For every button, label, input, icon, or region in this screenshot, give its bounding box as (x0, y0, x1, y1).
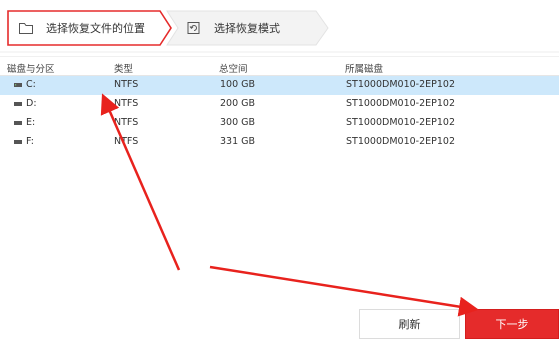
column-header-partition[interactable]: 磁盘与分区 (7, 61, 55, 75)
drive-icon (14, 120, 22, 125)
partition-name: F: (26, 136, 34, 147)
type-cell: NTFS (114, 117, 139, 128)
step-label: 选择恢复模式 (214, 22, 280, 35)
recovery-mode-icon (187, 22, 200, 34)
disk-cell: ST1000DM010-2EP102 (346, 136, 455, 147)
partition-cell: C: (14, 79, 36, 90)
refresh-button[interactable]: 刷新 (359, 309, 460, 339)
disk-cell: ST1000DM010-2EP102 (346, 117, 455, 128)
partition-name: E: (26, 117, 36, 128)
next-step-button[interactable]: 下一步 (465, 309, 559, 339)
partition-cell: F: (14, 136, 34, 147)
wizard-steps: 选择恢复文件的位置 选择恢复模式 (0, 0, 559, 60)
drive-icon (14, 139, 22, 144)
partition-name: D: (26, 98, 37, 109)
column-header-type[interactable]: 类型 (114, 61, 133, 75)
partition-table: 磁盘与分区 类型 总空间 所属磁盘 C: NTFS 100 GB ST1000D… (0, 56, 559, 152)
column-header-disk[interactable]: 所属磁盘 (345, 61, 383, 75)
partition-cell: E: (14, 117, 35, 128)
partition-name: C: (26, 79, 36, 90)
step-select-location[interactable]: 选择恢复文件的位置 (12, 11, 172, 45)
column-header-size[interactable]: 总空间 (219, 61, 248, 75)
type-cell: NTFS (114, 136, 139, 147)
recovery-wizard: 选择恢复文件的位置 选择恢复模式 磁盘与分区 类型 总空间 所属磁盘 C: NT… (0, 0, 559, 339)
disk-cell: ST1000DM010-2EP102 (346, 79, 455, 90)
table-row[interactable]: E: NTFS 300 GB ST1000DM010-2EP102 (0, 114, 559, 133)
size-cell: 200 GB (220, 98, 256, 109)
size-cell: 300 GB (220, 117, 256, 128)
table-row[interactable]: F: NTFS 331 GB ST1000DM010-2EP102 (0, 133, 559, 152)
drive-icon (14, 101, 22, 106)
table-row[interactable]: D: NTFS 200 GB ST1000DM010-2EP102 (0, 95, 559, 114)
partition-cell: D: (14, 98, 37, 109)
table-header: 磁盘与分区 类型 总空间 所属磁盘 (0, 56, 559, 76)
folder-icon (19, 23, 33, 34)
type-cell: NTFS (114, 98, 139, 109)
disk-cell: ST1000DM010-2EP102 (346, 98, 455, 109)
size-cell: 100 GB (220, 79, 256, 90)
step-label: 选择恢复文件的位置 (46, 22, 145, 35)
annotation-arrow-right (209, 265, 479, 317)
type-cell: NTFS (114, 79, 139, 90)
step-select-mode[interactable]: 选择恢复模式 (180, 11, 330, 45)
size-cell: 331 GB (220, 136, 256, 147)
drive-icon (14, 82, 22, 87)
table-row[interactable]: C: NTFS 100 GB ST1000DM010-2EP102 (0, 76, 559, 95)
